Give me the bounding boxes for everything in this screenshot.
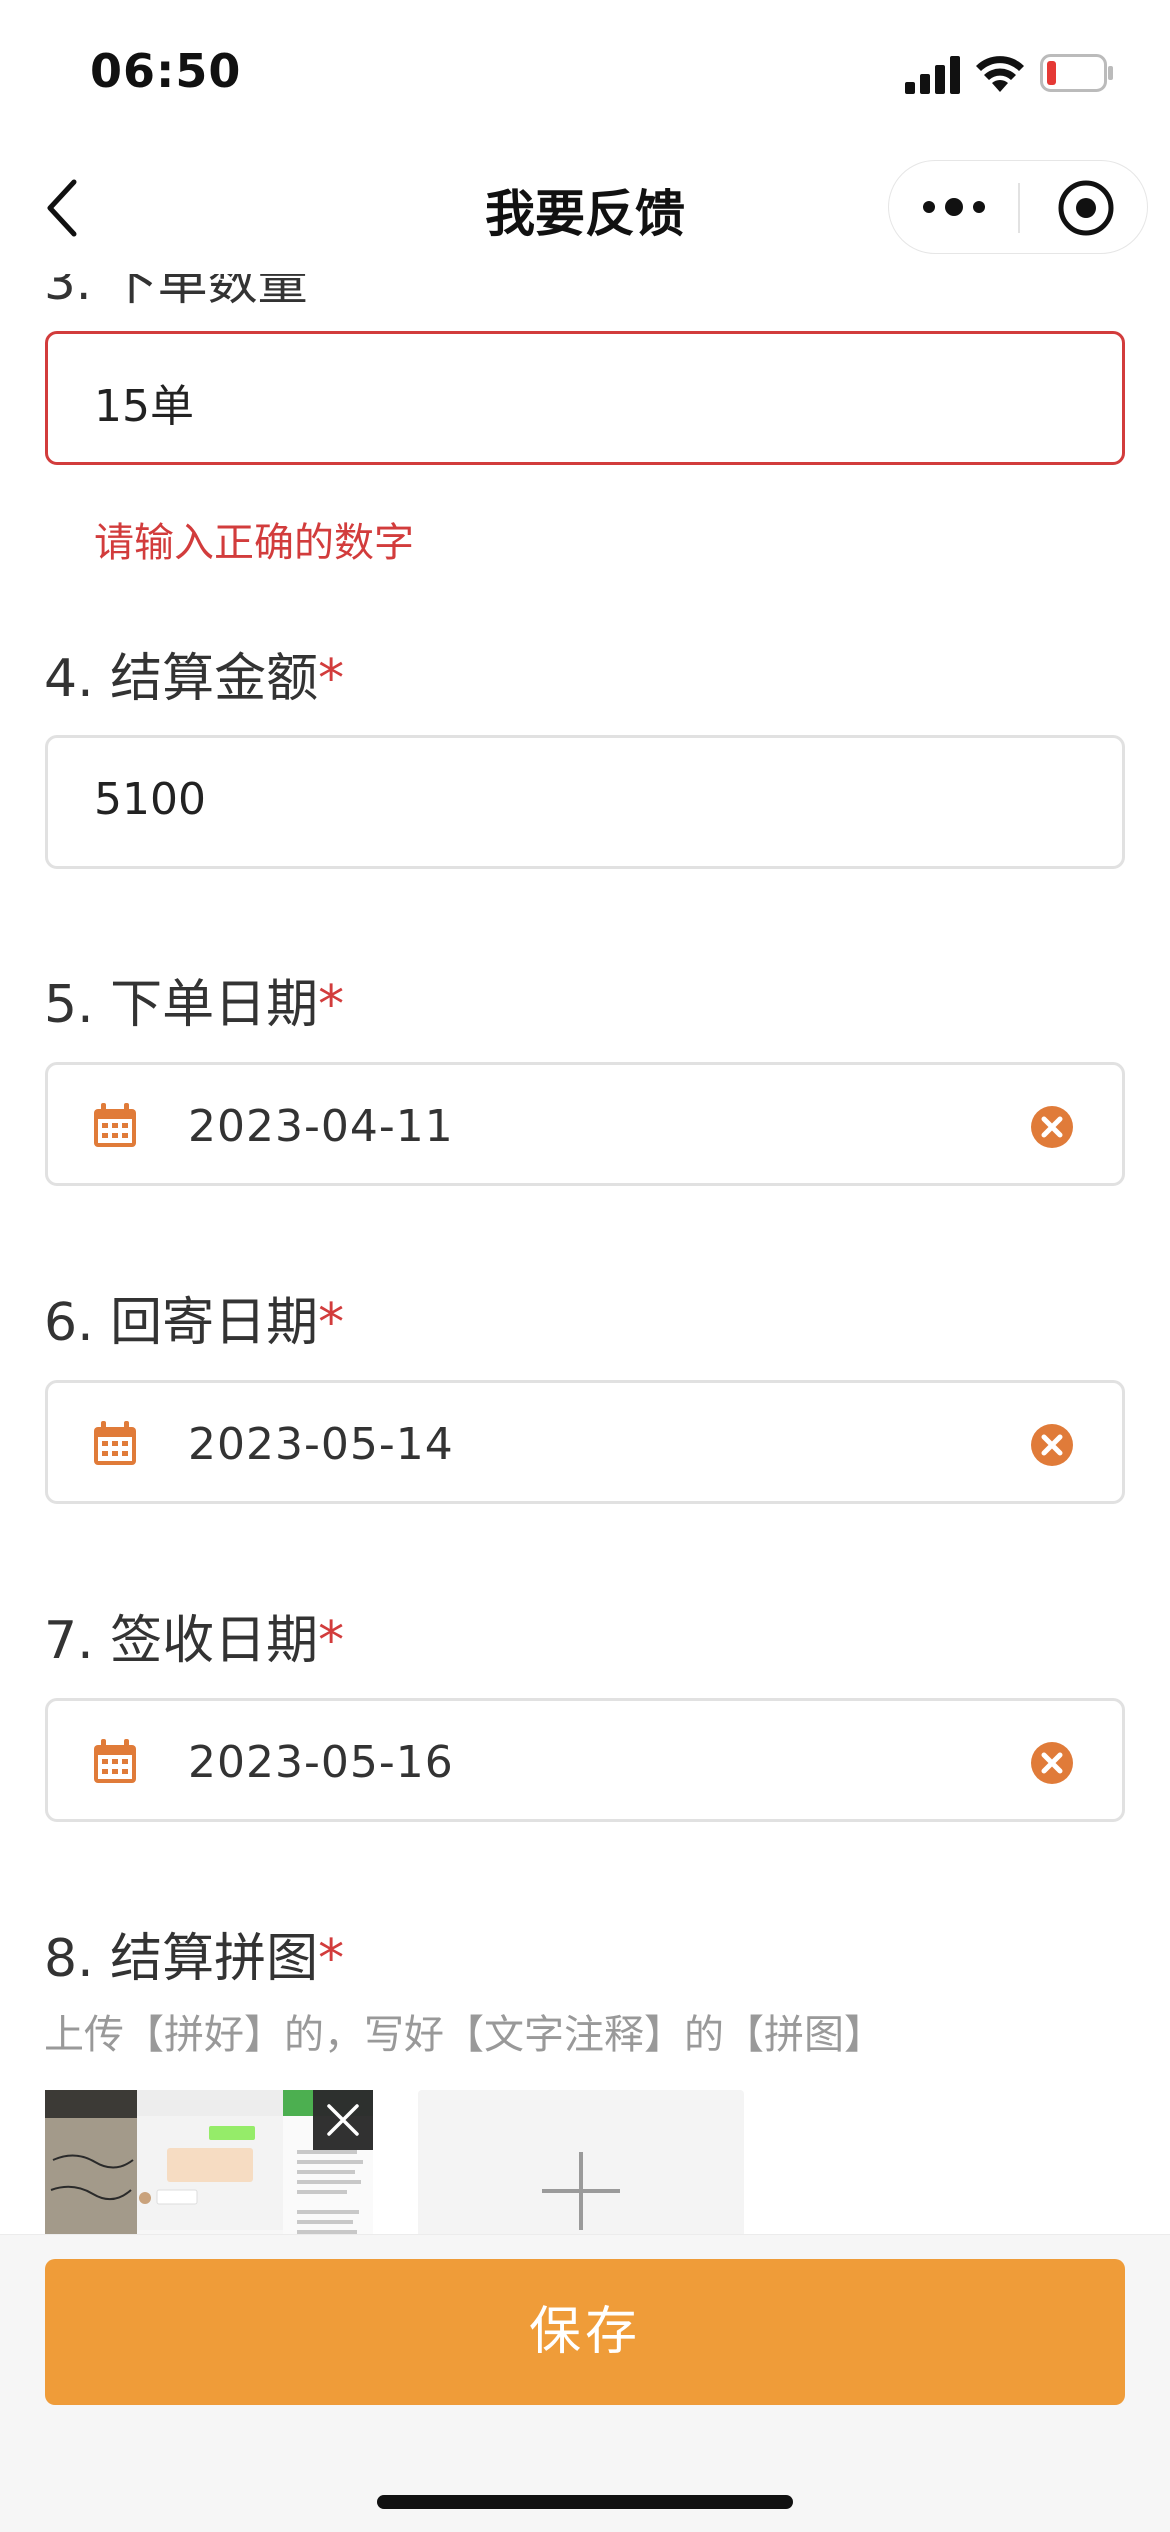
question-label-settlement-amount: 4. 结算金额* [44,636,344,711]
save-button[interactable]: 保存 [45,2259,1125,2405]
thumbnail-chat-graphic [137,2090,283,2234]
settlement-amount-value: 5100 [94,774,206,825]
required-marker: * [318,649,345,709]
question-label-settlement-collage: 8. 结算拼图* [44,1916,344,1991]
return-date-picker[interactable]: 2023-05-14 [45,1380,1125,1504]
home-indicator[interactable] [377,2495,793,2509]
question-label-receipt-date: 7. 签收日期* [44,1598,344,1673]
question-label-order-date: 5. 下单日期* [44,962,344,1037]
question-label-text: 6. 回寄日期 [44,1293,319,1353]
required-marker: * [318,1611,345,1671]
question-label-text: 8. 结算拼图 [44,1929,319,1989]
add-image-button[interactable] [418,2090,744,2234]
wifi-icon [976,56,1024,92]
clear-icon[interactable] [1030,1105,1074,1149]
signal-icon [905,56,960,94]
miniprogram-capsule [888,160,1148,254]
clear-icon[interactable] [1030,1741,1074,1785]
order-date-picker[interactable]: 2023-04-11 [45,1062,1125,1186]
return-date-value: 2023-05-14 [188,1419,454,1470]
more-icon[interactable] [919,179,989,235]
calendar-icon [94,1739,136,1783]
feedback-form[interactable]: 3. 下单数量 15单 请输入正确的数字 4. 结算金额* 5100 5. 下单… [0,274,1170,2234]
calendar-icon [94,1103,136,1147]
clear-icon[interactable] [1030,1423,1074,1467]
required-marker: * [318,1929,345,1989]
question-label-return-date: 6. 回寄日期* [44,1280,344,1355]
status-time: 06:50 [90,44,242,98]
collage-hint: 上传【拼好】的，写好【文字注释】的【拼图】 [44,2012,884,2058]
bottom-action-bar: 保存 [0,2234,1170,2532]
order-count-error: 请输入正确的数字 [94,520,414,566]
question-label-text: 5. 下单日期 [44,975,319,1035]
remove-image-icon[interactable] [313,2090,373,2150]
close-miniprogram-icon[interactable] [1055,177,1117,239]
thumbnail-photo-part [45,2090,137,2234]
order-date-value: 2023-04-11 [188,1101,454,1152]
thumbnail-photo-graphic [45,2090,137,2234]
status-bar: 06:50 [0,0,1170,140]
calendar-icon [94,1421,136,1465]
order-count-input[interactable]: 15单 [45,331,1125,465]
battery-icon [1040,54,1113,92]
question-label-order-count: 3. 下单数量 [44,274,308,311]
settlement-amount-input[interactable]: 5100 [45,735,1125,869]
plus-icon [542,2152,620,2230]
required-marker: * [318,975,345,1035]
uploaded-image-thumbnail[interactable] [45,2090,373,2234]
receipt-date-picker[interactable]: 2023-05-16 [45,1698,1125,1822]
order-count-value: 15单 [94,381,194,432]
question-label-text: 4. 结算金额 [44,649,319,709]
capsule-divider [1018,183,1020,233]
thumbnail-chat-part [137,2090,283,2234]
receipt-date-value: 2023-05-16 [188,1737,454,1788]
required-marker: * [318,1293,345,1353]
question-label-text: 7. 签收日期 [44,1611,319,1671]
nav-bar: 我要反馈 [0,140,1170,274]
